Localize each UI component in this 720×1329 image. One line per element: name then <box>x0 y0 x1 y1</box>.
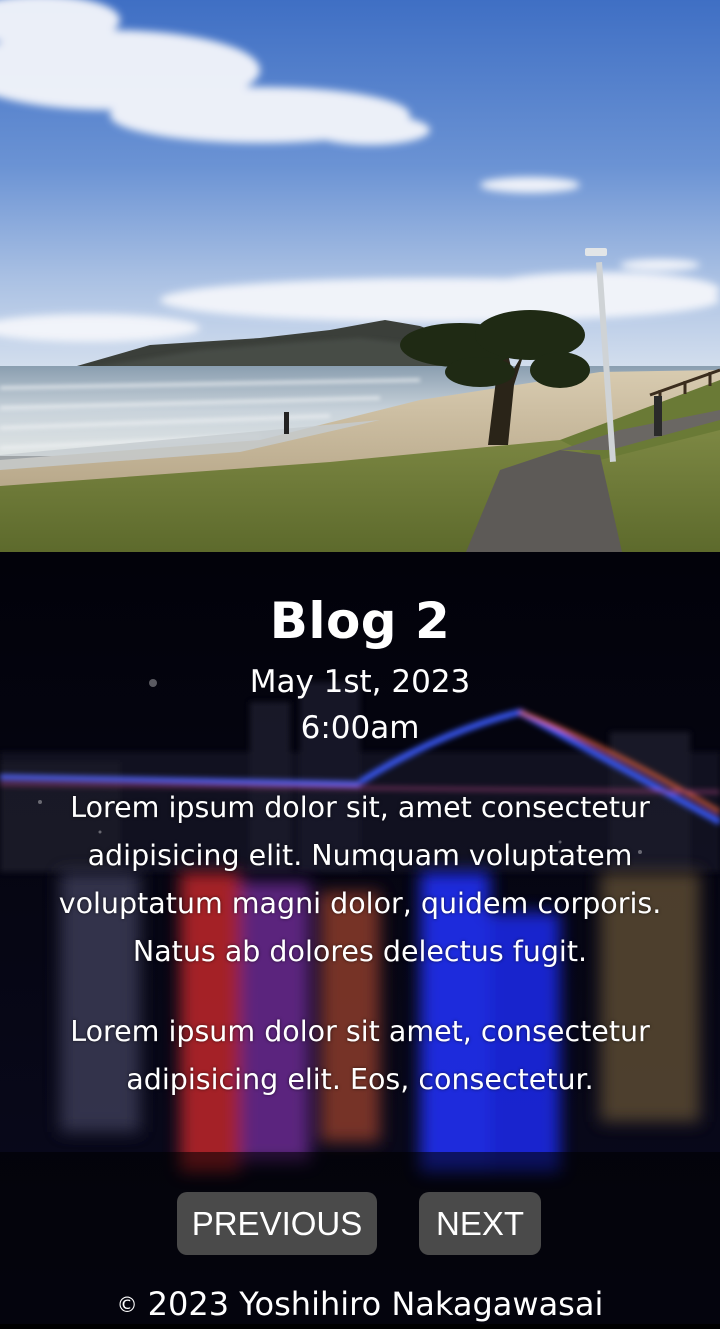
hero-image <box>0 0 720 552</box>
footer: © 2023 Yoshihiro Nakagawasai <box>0 1280 720 1329</box>
previous-button[interactable]: PREVIOUS <box>177 1192 377 1255</box>
post-date: May 1st, 2023 <box>249 664 471 700</box>
copyright-icon: © <box>116 1293 138 1317</box>
post-title: Blog 2 <box>269 592 451 650</box>
copyright-text: 2023 Yoshihiro Nakagawasai <box>147 1285 604 1323</box>
post-time: 6:00am <box>300 710 420 746</box>
blog-post: Blog 2 May 1st, 2023 6:00am Lorem ipsum … <box>0 552 720 1324</box>
post-navigation: PREVIOUS NEXT <box>0 1192 720 1256</box>
post-paragraph: Lorem ipsum dolor sit amet, consectetur … <box>70 1015 650 1096</box>
next-button[interactable]: NEXT <box>419 1192 541 1255</box>
beach-photo <box>0 0 720 552</box>
post-paragraph: Lorem ipsum dolor sit, amet consectetur … <box>58 791 662 968</box>
